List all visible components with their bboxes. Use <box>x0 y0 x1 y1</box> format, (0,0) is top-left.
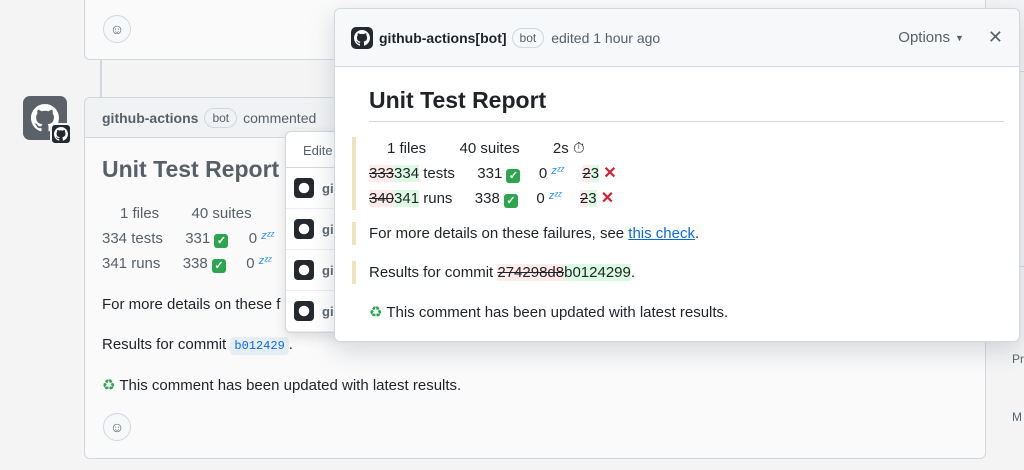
suites-count: 40 suites <box>191 205 252 222</box>
runs-passed: 338 <box>182 255 208 272</box>
removed-commit-sha: 274298d8 <box>497 264 565 281</box>
edit-history-author: gi <box>322 262 334 278</box>
failed-x-icon: ✕ <box>603 165 617 182</box>
passed-check-icon: ✓ <box>506 169 521 183</box>
diff-results-block: Results for commit 274298d8b0124299. <box>352 261 635 284</box>
added-tests-count: 334 <box>394 165 420 182</box>
passed-check-icon: ✓ <box>211 259 226 273</box>
removed-tests-failed: 2 <box>582 165 591 182</box>
details-end: . <box>695 225 700 242</box>
app-badge <box>50 123 72 145</box>
edit-history-diff-modal: github-actions[bot] bot edited 1 hour ag… <box>334 8 1020 342</box>
removed-runs-failed: 2 <box>579 190 589 207</box>
updated-note: ♻ This comment has been updated with lat… <box>102 376 461 394</box>
results-suffix: . <box>288 336 293 353</box>
updated-note-text: This comment has been updated with lates… <box>386 304 729 321</box>
suites-count: 40 suites <box>459 140 520 157</box>
runs-word: runs <box>423 190 453 207</box>
runs-skipped: 0 <box>246 255 255 272</box>
tests-skipped: 0 <box>538 165 548 182</box>
skipped-zzz-icon: zᶻᶻ <box>261 230 274 242</box>
modal-header: github-actions[bot] bot edited 1 hour ag… <box>335 9 1019 67</box>
removed-tests-count: 333 <box>369 165 395 182</box>
added-tests-failed: 3 <box>590 165 600 182</box>
github-logo-icon <box>54 127 68 141</box>
check-link[interactable]: this check <box>628 225 695 242</box>
results-prefix: Results for commit <box>369 264 494 281</box>
bot-badge: bot <box>511 27 545 48</box>
results-end: . <box>630 264 636 281</box>
recycle-icon: ♻ <box>369 304 383 321</box>
tests-count: 334 tests <box>102 230 163 247</box>
edited-timestamp: edited 1 hour ago <box>551 29 661 46</box>
passed-check-icon: ✓ <box>214 234 229 248</box>
github-logo-icon <box>294 219 314 239</box>
failed-x-icon: ✕ <box>600 190 615 207</box>
modal-title: Unit Test Report <box>369 87 1004 122</box>
add-reaction-button[interactable]: ☺ <box>103 15 131 43</box>
add-reaction-button[interactable]: ☺ <box>103 413 131 441</box>
added-runs-count: 341 <box>394 190 420 207</box>
timeline-connector <box>100 60 102 100</box>
details-text: For more details on these f <box>102 296 281 313</box>
results-prefix: Results for commit <box>102 336 227 353</box>
options-dropdown-button[interactable]: Options ▼ <box>898 29 964 46</box>
tests-passed: 331 <box>477 165 503 182</box>
added-runs-failed: 3 <box>588 190 597 207</box>
diff-updated-note: ♻ This comment has been updated with lat… <box>369 301 728 324</box>
github-logo-icon <box>351 26 373 49</box>
github-logo-icon <box>294 301 314 321</box>
options-label: Options <box>898 29 950 46</box>
modal-author[interactable]: github-actions[bot] <box>379 30 507 46</box>
sidebar-item-fragment[interactable]: Pr <box>1012 352 1024 366</box>
details-text: For more details on these failures, see <box>369 225 625 242</box>
close-icon[interactable]: ✕ <box>988 27 1003 48</box>
skipped-zzz-icon: zᶻᶻ <box>551 165 565 177</box>
runs-count: 341 runs <box>102 255 161 272</box>
caret-down-icon: ▼ <box>954 32 964 43</box>
runs-passed: 338 <box>474 190 500 207</box>
comment-author[interactable]: github-actions <box>102 110 198 126</box>
runs-skipped: 0 <box>536 190 545 207</box>
edit-history-author: gi <box>322 303 334 319</box>
github-logo-icon <box>294 178 314 198</box>
commit-sha-link[interactable]: b012429 <box>230 337 289 355</box>
updated-note-text: This comment has been updated with lates… <box>119 377 462 394</box>
duration: 2s <box>552 140 569 157</box>
skipped-zzz-icon: zᶻᶻ <box>548 190 562 202</box>
diff-details-block: For more details on these failures, see … <box>352 222 699 245</box>
results-line: Results for commit b012429. <box>102 336 293 355</box>
files-count: 1 files <box>120 205 160 222</box>
sidebar-item-fragment[interactable]: M <box>1012 410 1022 424</box>
tests-skipped: 0 <box>248 230 258 247</box>
edit-history-author: gi <box>322 180 334 196</box>
added-commit-sha: b0124299 <box>564 264 631 281</box>
edit-history-author: gi <box>322 221 334 237</box>
files-count: 1 files <box>387 140 427 157</box>
stopwatch-icon: ⏱ <box>572 140 585 157</box>
diff-row-runs: 340341 runs 338 ✓ 0 zᶻᶻ 23 ✕ <box>369 185 617 210</box>
diff-row-files: 1 files 40 suites 2s ⏱ <box>369 137 617 160</box>
comment-action: commented <box>243 109 317 126</box>
skipped-zzz-icon: zᶻᶻ <box>258 255 272 267</box>
removed-runs-count: 340 <box>369 190 395 207</box>
diff-summary-block: 1 files 40 suites 2s ⏱ 333334 tests 331 … <box>352 137 617 210</box>
diff-row-tests: 333334 tests 331 ✓ 0 zᶻᶻ 23 ✕ <box>369 160 617 185</box>
tests-passed: 331 <box>185 230 211 247</box>
recycle-icon: ♻ <box>102 377 116 394</box>
passed-check-icon: ✓ <box>503 194 518 208</box>
bot-badge: bot <box>204 107 238 128</box>
github-logo-icon <box>294 260 314 280</box>
tests-word: tests <box>423 165 455 182</box>
github-actions-avatar[interactable] <box>23 96 72 145</box>
